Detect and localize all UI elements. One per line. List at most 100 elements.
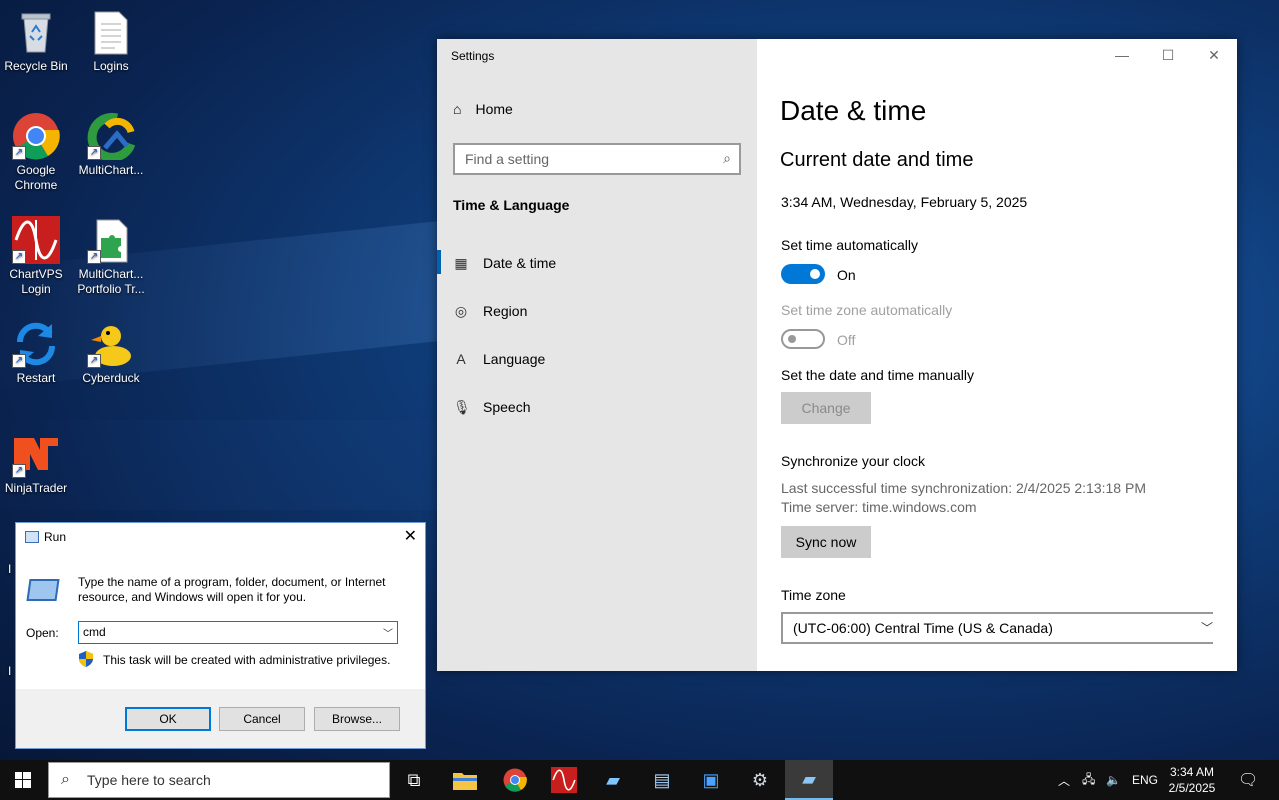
desktop-icon-label: Logins: [93, 59, 129, 73]
desktop-icon-multicharts[interactable]: ↗ MultiChart...: [73, 112, 149, 178]
folder-icon: [453, 773, 477, 790]
taskbar-settings[interactable]: ⚙: [736, 760, 784, 800]
nav-item-region[interactable]: ◎ Region: [453, 303, 527, 319]
desktop-icon-restart[interactable]: ↗ Restart: [0, 320, 74, 386]
run-program-icon: [26, 579, 60, 601]
taskbar-chrome[interactable]: [491, 760, 539, 800]
desktop-icon-chrome[interactable]: ↗ Google Chrome: [0, 112, 74, 193]
run-close-button[interactable]: ✕: [404, 526, 417, 546]
shortcut-arrow-icon: ↗: [87, 146, 101, 160]
run-footer: OK Cancel Browse...: [16, 689, 425, 748]
taskbar-notepad[interactable]: ▰: [589, 760, 637, 800]
remote-desktop-icon: ▣: [702, 769, 720, 790]
current-datetime: 3:34 AM, Wednesday, February 5, 2025: [781, 194, 1028, 210]
chevron-up-icon: ︿: [1058, 773, 1071, 788]
desktop-icon-logins[interactable]: Logins: [73, 8, 149, 74]
desktop-icon-label: Cyberduck: [82, 371, 140, 385]
recycle-bin-icon: [12, 8, 60, 56]
find-setting-input[interactable]: Find a setting ⌕: [453, 143, 741, 175]
section-title: Current date and time: [780, 149, 974, 171]
taskbar-task-manager[interactable]: ▤: [638, 760, 686, 800]
browse-button[interactable]: Browse...: [314, 707, 400, 731]
auto-time-label: Set time automatically: [781, 237, 918, 253]
taskbar-search-placeholder: Type here to search: [87, 772, 211, 788]
open-input[interactable]: cmd ﹀: [78, 621, 398, 644]
desktop-icon-recycle-bin[interactable]: Recycle Bin: [0, 8, 74, 74]
chrome-icon: [503, 768, 527, 792]
taskbar: ⌕ Type here to search ⧉ ▰ ▤ ▣ ⚙ ▰ ︿ 🖧 🔈 …: [0, 760, 1279, 800]
timezone-select[interactable]: (UTC-06:00) Central Time (US & Canada) ﹀: [781, 612, 1213, 644]
desktop-icon-label: Google Chrome: [14, 163, 58, 192]
shortcut-arrow-icon: ↗: [12, 250, 26, 264]
taskbar-remote-desktop[interactable]: ▣: [687, 760, 735, 800]
nav-selection-indicator: [437, 250, 441, 274]
calendar-clock-icon: ▦: [454, 255, 468, 271]
windows-logo-icon: [15, 772, 31, 788]
run-icon: ▰: [802, 768, 816, 789]
start-button[interactable]: [0, 760, 46, 800]
sync-now-button[interactable]: Sync now: [781, 526, 871, 558]
sync-title: Synchronize your clock: [781, 453, 925, 469]
run-description: Type the name of a program, folder, docu…: [78, 575, 386, 604]
ninjatrader-icon: ↗: [12, 430, 60, 478]
network-status[interactable]: 🖧: [1082, 760, 1095, 800]
open-input-value: cmd: [83, 625, 106, 639]
taskbar-file-explorer[interactable]: [441, 760, 489, 800]
nav-item-speech[interactable]: 🎙 Speech: [453, 399, 530, 415]
taskbar-run[interactable]: ▰: [785, 760, 833, 800]
home-icon: ⌂: [453, 101, 462, 117]
chartvps-icon: [551, 767, 577, 793]
network-icon: 🖧: [1082, 771, 1096, 786]
timezone-value: (UTC-06:00) Central Time (US & Canada): [793, 620, 1053, 636]
run-dialog: Run ✕ Type the name of a program, folder…: [15, 522, 426, 749]
shortcut-arrow-icon: ↗: [12, 146, 26, 160]
uac-shield-icon: [79, 651, 93, 667]
open-label: Open:: [26, 626, 59, 640]
desktop-icon-chartvps[interactable]: ↗ ChartVPS Login: [0, 216, 74, 297]
show-hidden-icons-button[interactable]: ︿: [1058, 760, 1070, 800]
globe-icon: ◎: [454, 303, 468, 319]
nav-item-label: Speech: [483, 399, 531, 415]
auto-time-toggle[interactable]: [781, 264, 825, 284]
desktop-icon-label: MultiChart...: [78, 163, 144, 177]
action-center-button[interactable]: 🗨: [1238, 760, 1258, 800]
nav-home[interactable]: ⌂ Home: [453, 101, 513, 117]
nav-item-date-time[interactable]: ▦ Date & time: [453, 255, 556, 271]
search-icon: ⌕: [723, 150, 731, 166]
desktop-icon-multicharts-portfolio[interactable]: ↗ MultiChart... Portfolio Tr...: [73, 216, 149, 297]
desktop-icon-ninjatrader[interactable]: ↗ NinjaTrader: [0, 430, 74, 496]
change-button[interactable]: Change: [781, 392, 871, 424]
task-view-icon: ⧉: [407, 769, 421, 790]
cancel-button[interactable]: Cancel: [219, 707, 305, 731]
duck-icon: ↗: [87, 320, 135, 368]
desktop-icon-cyberduck[interactable]: ↗ Cyberduck: [73, 320, 149, 386]
notepad-icon: ▰: [606, 769, 620, 790]
taskbar-chartvps[interactable]: [540, 760, 588, 800]
settings-window: Settings ⌂ Home Find a setting ⌕ Time & …: [437, 39, 1237, 671]
text-file-icon: [87, 8, 135, 56]
shortcut-arrow-icon: ↗: [12, 354, 26, 368]
volume-status[interactable]: 🔈: [1106, 760, 1121, 800]
nav-item-label: Date & time: [483, 255, 557, 271]
system-clock[interactable]: 3:34 AM 2/5/2025: [1162, 764, 1222, 796]
auto-timezone-label: Set time zone automatically: [781, 302, 953, 318]
toggle-knob: [810, 269, 820, 279]
restart-icon: ↗: [12, 320, 60, 368]
auto-timezone-state: Off: [837, 332, 856, 348]
task-manager-icon: ▤: [653, 769, 671, 790]
shortcut-arrow-icon: ↗: [12, 464, 26, 478]
taskbar-search-box[interactable]: ⌕ Type here to search: [48, 762, 390, 798]
puzzle-file-icon: ↗: [87, 216, 135, 264]
chevron-down-icon[interactable]: ﹀: [383, 625, 393, 640]
toggle-knob: [788, 335, 796, 343]
ok-button[interactable]: OK: [125, 707, 211, 731]
auto-timezone-toggle[interactable]: [781, 329, 825, 349]
clock-time: 3:34 AM: [1169, 765, 1215, 779]
task-view-button[interactable]: ⧉: [390, 760, 438, 800]
timezone-label: Time zone: [781, 587, 846, 603]
microphone-icon: 🎙: [453, 399, 471, 415]
nav-home-label: Home: [475, 101, 513, 117]
chrome-icon: ↗: [12, 112, 60, 160]
input-language[interactable]: ENG: [1132, 760, 1158, 800]
nav-item-language[interactable]: A Language: [453, 351, 545, 367]
